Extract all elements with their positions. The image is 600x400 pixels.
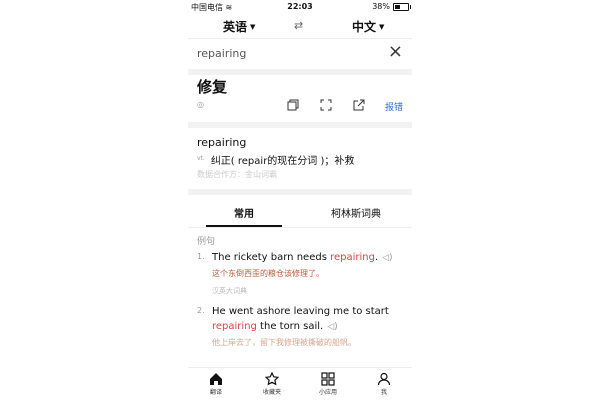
examples-section: 例句 1. The rickety barn needs repairing. ◁… [188,232,412,367]
copy-icon[interactable] [284,96,302,114]
report-error-button[interactable]: 报错 [385,100,403,113]
highlighted-term: repairing [330,252,375,263]
speaker-icon[interactable]: ◁) [327,320,337,335]
nav-label: 我 [380,389,387,396]
translation-text: 修复 [197,78,228,96]
definition-line: vt. 纠正( repair的现在分词 )；补救 [197,152,354,167]
pronunciation-icon[interactable]: ◎ [197,100,204,109]
battery-indicator: 38% [372,2,411,11]
example-source: 汉英大词典 [212,287,247,295]
result-toolbar [284,96,368,114]
home-icon [210,373,222,385]
definitions-section: repairing vt. 纠正( repair的现在分词 )；补救 数据合作方… [188,132,412,187]
section-divider [188,189,412,195]
source-language-selector[interactable]: 英语 ▼ [223,18,255,35]
speaker-icon[interactable]: ◁) [382,251,392,266]
definition-meaning: 纠正( repair的现在分词 )；补救 [210,156,355,167]
definition-headword: repairing [197,136,247,149]
caret-down-icon: ▼ [250,22,256,31]
nav-label: 小应用 [318,389,337,396]
apps-grid-icon [321,372,335,386]
example-chinese: 他上岸去了，留下我修理被撕破的船帆。 [212,338,356,347]
nav-label: 翻译 [209,389,222,396]
close-icon[interactable]: × [388,42,403,62]
target-language-label: 中文 [352,20,377,34]
nav-label: 收藏夹 [262,389,281,396]
section-divider [188,122,412,128]
nav-me[interactable]: 我 [356,372,412,396]
translation-result: 修复 ◎ 报错 [188,76,412,122]
example-english: He went ashore leaving me to start repai… [212,304,402,335]
battery-icon [393,2,411,11]
phone-screen: 中国电信 ≋ 22:03 38% 英语 ▼ ⇄ 中文 ▼ repairing ×… [188,0,412,400]
example-number: 2. [197,306,205,315]
battery-fill [395,4,400,9]
definition-source: 数据合作方：金山词霸 [197,170,277,179]
search-query[interactable]: repairing [197,47,246,60]
part-of-speech: vt. [197,155,205,162]
nav-favorites[interactable]: 收藏夹 [244,372,300,396]
bottom-nav: 翻译 收藏夹 小应用 我 [188,367,412,400]
status-bar: 中国电信 ≋ 22:03 38% [188,0,412,14]
search-bar[interactable]: repairing × [188,38,412,70]
tab-collins[interactable]: 柯林斯词典 [300,205,412,220]
target-language-selector[interactable]: 中文 ▼ [352,18,384,35]
example-chinese: 这个东倒西歪的粮仓该修理了。 [212,269,324,278]
star-icon [265,372,279,386]
tab-common[interactable]: 常用 [188,205,300,227]
nav-mini-apps[interactable]: 小应用 [300,372,356,396]
source-language-label: 英语 [223,20,248,34]
section-divider [188,69,412,75]
examples-label: 例句 [197,237,216,247]
person-icon [377,372,391,386]
fullscreen-icon[interactable] [317,96,335,114]
nav-translate[interactable]: 翻译 [188,372,244,396]
language-bar: 英语 ▼ ⇄ 中文 ▼ [188,14,412,38]
battery-percent: 38% [372,2,390,11]
swap-languages-icon[interactable]: ⇄ [294,19,303,32]
example-number: 1. [197,252,205,261]
example-english: The rickety barn needs repairing. ◁) [212,250,402,266]
dictionary-tabs: 常用 柯林斯词典 [188,199,412,228]
highlighted-term: repairing [212,321,257,332]
share-icon[interactable] [350,96,368,114]
caret-down-icon: ▼ [379,22,385,31]
